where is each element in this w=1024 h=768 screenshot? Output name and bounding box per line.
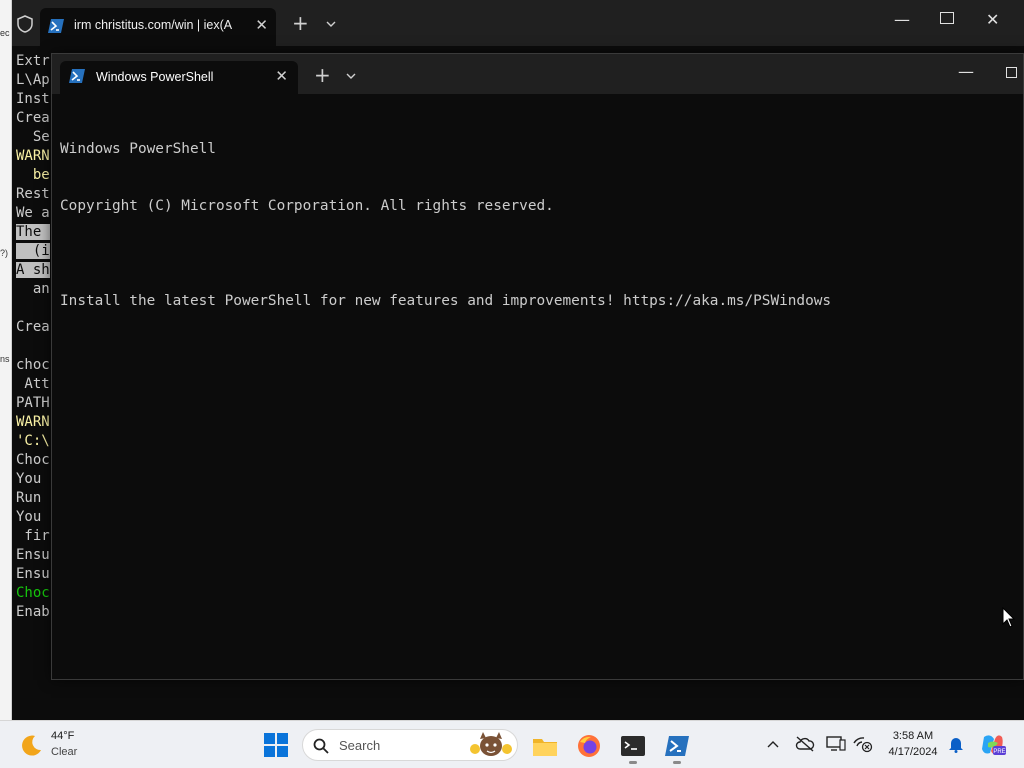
- onedrive-offline-icon[interactable]: [795, 735, 815, 753]
- powershell-icon: [69, 69, 85, 83]
- edge-text: ?): [0, 248, 9, 258]
- edge-text: ec: [0, 28, 10, 38]
- svg-text:PRE: PRE: [993, 749, 1005, 755]
- minimize-button[interactable]: —: [958, 64, 974, 80]
- search-highlight-icon: [470, 732, 512, 756]
- back-tab[interactable]: irm christitus.com/win | iex(A ✕: [40, 8, 276, 46]
- back-terminal-line: We a: [16, 205, 50, 221]
- network-disconnected-icon[interactable]: [853, 735, 873, 753]
- back-terminal-line: be: [16, 167, 50, 183]
- clock-date[interactable]: 4/17/2024: [884, 746, 942, 758]
- back-tab-bar: irm christitus.com/win | iex(A ✕ + — ✕: [12, 0, 1024, 46]
- back-terminal-line: Se: [16, 129, 50, 145]
- minimize-button[interactable]: —: [894, 12, 910, 28]
- back-tab-title: irm christitus.com/win | iex(A: [74, 18, 233, 32]
- notification-bell-icon[interactable]: [948, 735, 964, 753]
- back-terminal-line: Inst: [16, 91, 50, 107]
- back-terminal-line: The: [16, 224, 50, 240]
- chevron-up-icon[interactable]: [766, 739, 780, 749]
- back-terminal-line: 'C:\: [16, 433, 50, 449]
- back-terminal-line: Enab: [16, 604, 50, 620]
- copilot-icon[interactable]: PRE: [980, 733, 1006, 757]
- front-tab-title: Windows PowerShell: [96, 70, 214, 84]
- running-indicator: [629, 761, 637, 764]
- maximize-button[interactable]: [940, 12, 954, 24]
- weather-temperature[interactable]: 44°F: [51, 730, 74, 742]
- mouse-cursor-icon: [1002, 607, 1016, 628]
- close-icon[interactable]: ✕: [275, 69, 288, 84]
- search-label: Search: [339, 738, 381, 753]
- weather-condition[interactable]: Clear: [51, 746, 77, 758]
- moon-icon[interactable]: [18, 733, 44, 759]
- back-terminal-line: an: [16, 281, 50, 297]
- file-explorer-icon[interactable]: [532, 733, 558, 759]
- back-terminal-line: Crea: [16, 110, 50, 126]
- powershell-app-icon[interactable]: [664, 733, 690, 759]
- windows-start-icon[interactable]: [264, 733, 288, 757]
- back-terminal-line: Ensu: [16, 547, 50, 563]
- new-tab-button[interactable]: +: [292, 13, 309, 33]
- close-icon[interactable]: ✕: [255, 18, 268, 33]
- back-terminal-line: WARN: [16, 414, 50, 430]
- back-terminal-line: Choc: [16, 452, 50, 468]
- chevron-down-icon[interactable]: [344, 71, 358, 81]
- back-terminal-line: You: [16, 509, 50, 525]
- new-tab-button[interactable]: +: [314, 65, 331, 85]
- terminal-line: Copyright (C) Microsoft Corporation. All…: [60, 198, 554, 214]
- search-icon: [313, 738, 329, 754]
- firefox-icon[interactable]: [576, 733, 602, 759]
- back-terminal-line: Crea: [16, 319, 50, 335]
- maximize-button[interactable]: [1006, 67, 1017, 78]
- back-terminal-output: Extr L\Ap Inst Crea Se WARN be Rest We a The (i…: [16, 52, 56, 622]
- back-terminal-line: A sh: [16, 262, 50, 278]
- display-icon[interactable]: [826, 735, 846, 753]
- powershell-icon: [48, 19, 64, 33]
- back-terminal-line: Choc: [16, 585, 50, 601]
- taskbar: 44°F Clear Search 3:58 AM 4/17/2024 PRE: [0, 720, 1024, 768]
- powershell-tab[interactable]: Windows PowerShell ✕: [60, 61, 298, 94]
- edge-text: ns: [0, 354, 10, 364]
- terminal-line: Windows PowerShell: [60, 141, 216, 157]
- terminal-app-icon[interactable]: [620, 733, 646, 759]
- chevron-down-icon[interactable]: [324, 19, 338, 29]
- back-terminal-line: Extr: [16, 53, 50, 69]
- back-terminal-line: L\Ap: [16, 72, 50, 88]
- back-terminal-line: Run: [16, 490, 50, 506]
- back-terminal-line: [16, 337, 56, 356]
- running-indicator: [673, 761, 681, 764]
- back-terminal-line: WARN: [16, 148, 50, 164]
- clock-time[interactable]: 3:58 AM: [884, 730, 942, 742]
- close-window-button[interactable]: ✕: [986, 12, 999, 28]
- back-terminal-line: Ensu: [16, 566, 50, 582]
- powershell-window: Windows PowerShell ✕ + — Windows PowerSh…: [51, 53, 1024, 680]
- terminal-output[interactable]: Windows PowerShell Copyright (C) Microso…: [60, 102, 1010, 349]
- back-terminal-line: (i: [16, 243, 50, 259]
- back-terminal-line: fir: [16, 528, 50, 544]
- background-app-edge: ec ?) ns: [0, 0, 12, 720]
- shield-icon: [17, 15, 33, 33]
- front-tab-bar: Windows PowerShell ✕ + —: [52, 54, 1023, 94]
- back-terminal-line: Att: [16, 376, 50, 392]
- back-terminal-line: You: [16, 471, 50, 487]
- back-terminal-line: Rest: [16, 186, 50, 202]
- back-terminal-line: [16, 299, 56, 318]
- back-terminal-line: choc: [16, 357, 50, 373]
- back-terminal-line: PATH: [16, 395, 50, 411]
- taskbar-search[interactable]: Search: [302, 729, 518, 761]
- terminal-line: Install the latest PowerShell for new fe…: [60, 293, 832, 309]
